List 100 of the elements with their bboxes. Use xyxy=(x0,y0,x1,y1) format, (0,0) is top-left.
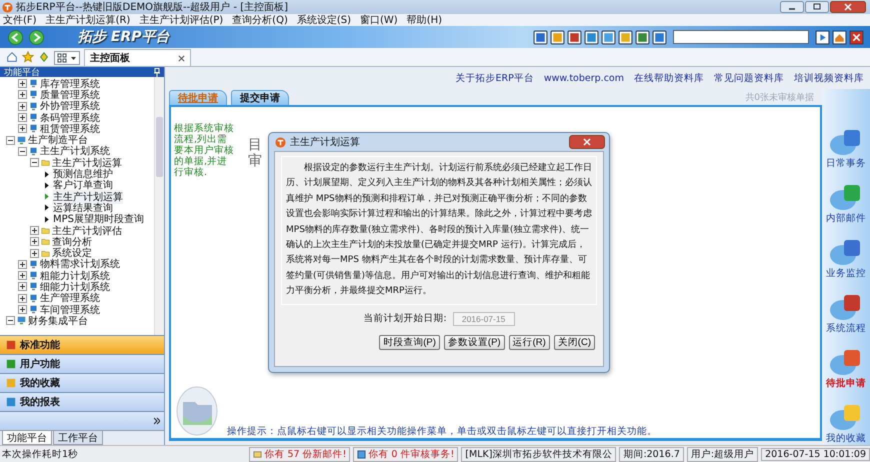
expand-icon[interactable] xyxy=(18,79,27,88)
company-name: [MLK]深圳市拓步软件技术有限公 xyxy=(461,446,616,462)
computer-icon xyxy=(29,282,38,292)
panel-title: 功能平台 xyxy=(4,66,40,78)
expand-icon[interactable] xyxy=(18,90,27,100)
toolbar-icon[interactable] xyxy=(618,30,633,44)
shortcut-button[interactable]: 待批申请 xyxy=(826,347,866,390)
expand-icon[interactable] xyxy=(18,124,27,134)
tree-item[interactable]: 客户订单查询 xyxy=(53,178,113,192)
expand-icon[interactable] xyxy=(18,294,27,303)
toolbar-icon[interactable] xyxy=(550,30,565,44)
menu-item[interactable]: 系统设定(S) xyxy=(296,13,352,27)
date-label: 当前计划开始日期: xyxy=(363,312,447,326)
menu-item[interactable]: 主生产计划运算(R) xyxy=(46,13,130,27)
dialog-button[interactable]: 时段查询(P) xyxy=(379,334,440,350)
shortcut-button[interactable]: 系统流程 xyxy=(826,292,866,335)
platform-tab[interactable]: 工作平台 xyxy=(53,431,103,445)
help-link[interactable]: 常见问题资料库 xyxy=(714,72,784,84)
expand-icon[interactable] xyxy=(30,237,39,246)
folder-icon xyxy=(41,158,50,168)
toolbar-icon[interactable] xyxy=(567,30,582,44)
section-button[interactable]: 用户功能 xyxy=(0,354,164,373)
more-icon[interactable] xyxy=(154,417,160,425)
expand-icon[interactable] xyxy=(18,260,27,269)
toolbar-icon[interactable] xyxy=(533,30,548,44)
expand-icon[interactable] xyxy=(18,305,27,314)
collapse-icon[interactable] xyxy=(6,316,15,326)
shortcut-button[interactable]: 我的收藏 xyxy=(826,402,866,445)
scrollbar[interactable] xyxy=(154,77,164,335)
computer-icon xyxy=(17,136,26,145)
minimize-button[interactable] xyxy=(780,1,804,13)
menu-item[interactable]: 帮助(H) xyxy=(406,13,442,27)
close-button[interactable] xyxy=(830,1,866,13)
expand-icon[interactable] xyxy=(30,226,39,235)
search-field[interactable] xyxy=(673,30,809,44)
back-button[interactable] xyxy=(8,30,23,44)
document-tab[interactable]: 主控面板 xyxy=(84,49,191,66)
collapse-icon[interactable] xyxy=(18,146,27,156)
collapse-icon[interactable] xyxy=(30,158,39,168)
computer-icon xyxy=(29,305,38,314)
expand-icon[interactable] xyxy=(30,248,39,258)
menu-item[interactable]: 窗口(W) xyxy=(360,13,398,27)
platform-tab[interactable]: 功能平台 xyxy=(2,431,52,445)
hint-text: 根据系统审核流程,列出需要本用户审核的单据,并进行审核. xyxy=(174,123,234,178)
shortcut-button[interactable]: 业务监控 xyxy=(826,237,866,280)
section-button[interactable]: 我的报表 xyxy=(0,392,164,411)
tree-item[interactable]: 外协管理系统 xyxy=(40,99,100,114)
close-icon[interactable] xyxy=(178,54,185,62)
computer-icon xyxy=(29,90,38,100)
star-icon[interactable] xyxy=(22,51,34,63)
help-link[interactable]: www.toberp.com xyxy=(544,72,624,84)
tree-item[interactable]: 主生产计划系统 xyxy=(40,144,110,158)
dialog-button[interactable]: 关闭(C) xyxy=(554,334,595,350)
clock-text: 2016-07-15 10:01:09 xyxy=(761,448,870,460)
computer-icon xyxy=(29,294,38,303)
star-add-icon[interactable] xyxy=(38,51,50,63)
forward-button[interactable] xyxy=(29,30,44,44)
restore-button[interactable] xyxy=(805,1,829,13)
menu-item[interactable]: 查询分析(Q) xyxy=(232,13,288,27)
tree-item[interactable]: MPS展望期时段查询 xyxy=(53,212,144,226)
shortcut-button[interactable]: 日常事务 xyxy=(826,127,866,170)
toolbar-icon[interactable] xyxy=(601,30,616,44)
approval-tab[interactable]: 提交申请 xyxy=(231,90,289,105)
section-button[interactable]: 标准功能 xyxy=(0,335,164,354)
toolbar-icon[interactable] xyxy=(635,30,650,44)
section-button[interactable]: 我的收藏 xyxy=(0,373,164,392)
help-link[interactable]: 培训视频资料库 xyxy=(794,72,864,84)
exit-icon[interactable] xyxy=(849,30,864,44)
go-icon[interactable] xyxy=(815,30,830,44)
computer-icon xyxy=(29,102,38,111)
operation-tip: 操作提示：点鼠标右键可以显示相关功能操作菜单，单击或双击鼠标左键可以直接打开相关功能。 xyxy=(227,425,657,438)
tree-item[interactable]: 物料需求计划系统 xyxy=(40,257,120,272)
folder-icon xyxy=(175,386,219,436)
tree-item[interactable]: 主生产计划运算 xyxy=(53,190,123,204)
help-link[interactable]: 在线帮助资料库 xyxy=(634,72,704,84)
tree-item[interactable]: 细能力计划系统 xyxy=(40,280,110,294)
home-icon[interactable] xyxy=(6,51,18,63)
tree-item[interactable]: 生产管理系统 xyxy=(40,291,100,306)
scroll-thumb[interactable] xyxy=(156,117,163,177)
help-link[interactable]: 关于拓步ERP平台 xyxy=(456,72,534,84)
pin-icon[interactable] xyxy=(154,68,160,76)
toolbar-icon[interactable] xyxy=(652,30,667,44)
period-text: 期间:2016.7 xyxy=(619,446,684,462)
expand-icon[interactable] xyxy=(18,113,27,122)
tree-item[interactable]: 主生产计划运算 xyxy=(52,156,122,170)
layout-dropdown[interactable] xyxy=(54,51,80,65)
collapse-icon[interactable] xyxy=(6,136,15,145)
expand-icon[interactable] xyxy=(18,282,27,292)
expand-icon[interactable] xyxy=(18,102,27,111)
home-icon[interactable] xyxy=(832,30,847,44)
menu-item[interactable]: 文件(F) xyxy=(3,13,37,27)
dialog-close-button[interactable] xyxy=(569,135,605,149)
dialog-button[interactable]: 参数设置(P) xyxy=(444,334,505,350)
tree-item[interactable]: 粗能力计划系统 xyxy=(40,268,110,283)
app-logo-icon xyxy=(275,136,286,148)
toolbar-icon[interactable] xyxy=(584,30,599,44)
menu-item[interactable]: 主生产计划评估(P) xyxy=(139,13,224,27)
dialog-button[interactable]: 运行(R) xyxy=(508,334,550,350)
expand-icon[interactable] xyxy=(18,271,27,280)
shortcut-button[interactable]: 内部邮件 xyxy=(826,182,866,225)
